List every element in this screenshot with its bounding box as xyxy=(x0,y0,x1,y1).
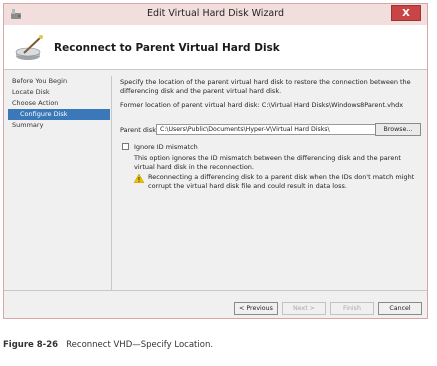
figure-caption: Figure 8-26 Reconnect VHD—Specify Locati… xyxy=(3,340,213,350)
window-title: Edit Virtual Hard Disk Wizard xyxy=(146,8,285,19)
browse-button[interactable]: Browse... xyxy=(375,123,421,136)
ignore-id-description: This option ignores the ID mismatch betw… xyxy=(134,154,401,171)
former-location-text: Former location of parent virtual hard d… xyxy=(120,101,404,109)
close-button[interactable]: X xyxy=(391,5,421,21)
nav-item-configure-disk[interactable]: Configure Disk xyxy=(8,109,110,120)
warning-text: Reconnecting a differencing disk to a pa… xyxy=(148,173,415,190)
parent-disk-input[interactable] xyxy=(156,124,377,135)
title-bar: Edit Virtual Hard Disk Wizard X xyxy=(4,4,427,25)
wizard-nav: Before You Begin Locate Disk Choose Acti… xyxy=(8,76,110,131)
figure-number: Figure 8-26 xyxy=(3,340,59,350)
wizard-window: Edit Virtual Hard Disk Wizard X Reconnec… xyxy=(3,3,428,319)
button-bar-separator xyxy=(4,290,427,291)
disk-wand-icon xyxy=(15,35,43,60)
wizard-header: Reconnect to Parent Virtual Hard Disk xyxy=(4,25,427,70)
previous-button[interactable]: < Previous xyxy=(234,302,278,315)
nav-divider xyxy=(111,76,112,290)
nav-item-choose-action[interactable]: Choose Action xyxy=(8,98,110,109)
figure-caption-text: Reconnect VHD—Specify Location. xyxy=(66,340,214,350)
intro-text: Specify the location of the parent virtu… xyxy=(120,78,411,95)
parent-disk-row: Parent disk: Browse... xyxy=(120,123,421,137)
wizard-content: Specify the location of the parent virtu… xyxy=(120,78,421,190)
parent-disk-label: Parent disk: xyxy=(120,126,159,134)
page-title: Reconnect to Parent Virtual Hard Disk xyxy=(54,42,280,54)
ignore-id-checkbox[interactable] xyxy=(122,143,129,150)
ignore-id-label[interactable]: Ignore ID mismatch xyxy=(134,143,198,151)
cancel-button[interactable]: Cancel xyxy=(378,302,422,315)
nav-item-summary[interactable]: Summary xyxy=(8,120,110,131)
warning-icon xyxy=(134,174,144,183)
nav-item-before-you-begin[interactable]: Before You Begin xyxy=(8,76,110,87)
next-button[interactable]: Next > xyxy=(282,302,326,315)
nav-item-locate-disk[interactable]: Locate Disk xyxy=(8,87,110,98)
finish-button[interactable]: Finish xyxy=(330,302,374,315)
